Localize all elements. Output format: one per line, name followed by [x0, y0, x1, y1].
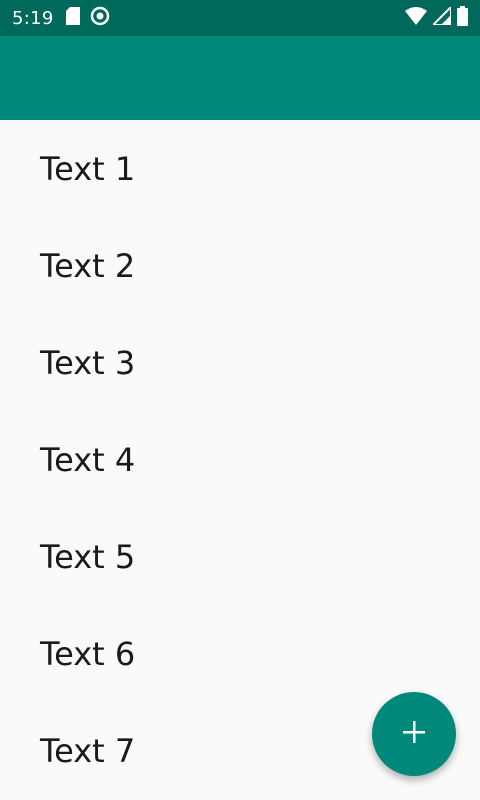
list-item[interactable]: Text 1: [0, 120, 480, 217]
sync-icon: [90, 6, 110, 30]
list-item-label: Text 1: [40, 149, 136, 188]
status-time: 5:19: [12, 7, 54, 29]
list-item-label: Text 3: [40, 343, 136, 382]
status-system-icons: [405, 4, 468, 30]
app-bar: [0, 36, 480, 120]
signal-icon: [430, 4, 452, 29]
add-fab-button[interactable]: [372, 692, 456, 776]
list-item-label: Text 4: [40, 440, 136, 479]
list-item-label: Text 5: [40, 537, 136, 576]
list-item-label: Text 2: [40, 246, 136, 285]
list-item[interactable]: Text 4: [0, 411, 480, 508]
plus-icon: [403, 721, 425, 747]
status-notification-icons: [65, 6, 110, 30]
wifi-icon: [405, 7, 427, 29]
status-bar: 5:19: [0, 0, 480, 36]
list-item-label: Text 7: [40, 731, 136, 770]
sd-card-icon: [65, 7, 80, 29]
list-item[interactable]: Text 6: [0, 605, 480, 702]
list-item-label: Text 6: [40, 634, 136, 673]
list-item[interactable]: Text 3: [0, 314, 480, 411]
list-item[interactable]: Text 2: [0, 217, 480, 314]
list-item[interactable]: Text 5: [0, 508, 480, 605]
battery-icon: [457, 6, 468, 30]
